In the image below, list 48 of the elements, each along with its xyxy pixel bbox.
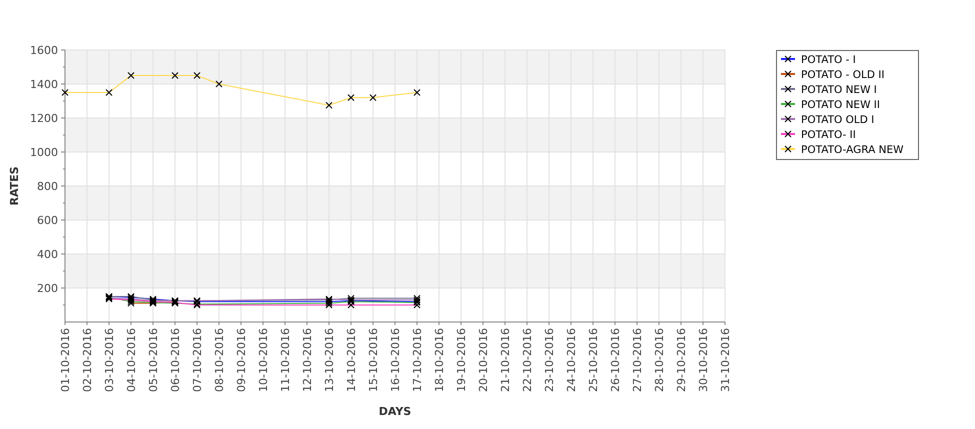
y-tick-label: 1600 — [30, 44, 58, 57]
x-tick-label: 16-10-2016 — [389, 328, 402, 392]
y-tick-label: 600 — [37, 214, 58, 227]
legend-label: POTATO - OLD II — [801, 69, 884, 81]
legend-label: POTATO NEW I — [801, 84, 877, 96]
y-tick-label: 800 — [37, 180, 58, 193]
legend-label: POTATO-AGRA NEW — [801, 144, 904, 156]
x-tick-label: 03-10-2016 — [103, 328, 116, 392]
legend-label: POTATO NEW II — [801, 99, 880, 111]
x-tick-label: 29-10-2016 — [675, 328, 688, 392]
x-tick-label: 13-10-2016 — [323, 328, 336, 392]
y-tick-label: 1400 — [30, 78, 58, 91]
y-axis-title: RATES — [8, 166, 21, 206]
legend-label: POTATO- II — [801, 129, 856, 141]
x-tick-label: 02-10-2016 — [81, 328, 94, 392]
x-tick-label: 27-10-2016 — [631, 328, 644, 392]
x-tick-label: 25-10-2016 — [587, 328, 600, 392]
x-tick-label: 15-10-2016 — [367, 328, 380, 392]
x-tick-label: 11-10-2016 — [279, 328, 292, 392]
x-tick-label: 24-10-2016 — [565, 328, 578, 392]
x-axis-title: DAYS — [378, 405, 412, 418]
x-tick-label: 06-10-2016 — [169, 328, 182, 392]
x-tick-label: 14-10-2016 — [345, 328, 358, 392]
y-tick-label: 1000 — [30, 146, 58, 159]
x-tick-label: 31-10-2016 — [719, 328, 732, 392]
x-tick-label: 01-10-2016 — [59, 328, 72, 392]
x-tick-label: 12-10-2016 — [301, 328, 314, 392]
x-tick-label: 09-10-2016 — [235, 328, 248, 392]
x-tick-label: 21-10-2016 — [499, 328, 512, 392]
x-tick-label: 05-10-2016 — [147, 328, 160, 392]
y-tick-label: 400 — [37, 248, 58, 261]
y-tick-label: 1200 — [30, 112, 58, 125]
x-tick-label: 19-10-2016 — [455, 328, 468, 392]
x-tick-label: 26-10-2016 — [609, 328, 622, 392]
x-tick-label: 04-10-2016 — [125, 328, 138, 392]
legend-label: POTATO OLD I — [801, 114, 874, 126]
x-tick-label: 07-10-2016 — [191, 328, 204, 392]
x-tick-label: 17-10-2016 — [411, 328, 424, 392]
x-tick-label: 10-10-2016 — [257, 328, 270, 392]
x-tick-label: 23-10-2016 — [543, 328, 556, 392]
x-tick-label: 20-10-2016 — [477, 328, 490, 392]
y-tick-label: 200 — [37, 282, 58, 295]
x-tick-label: 30-10-2016 — [697, 328, 710, 392]
x-tick-label: 22-10-2016 — [521, 328, 534, 392]
x-tick-label: 28-10-2016 — [653, 328, 666, 392]
legend-label: POTATO - I — [801, 54, 856, 66]
x-tick-label: 18-10-2016 — [433, 328, 446, 392]
x-tick-label: 08-10-2016 — [213, 328, 226, 392]
